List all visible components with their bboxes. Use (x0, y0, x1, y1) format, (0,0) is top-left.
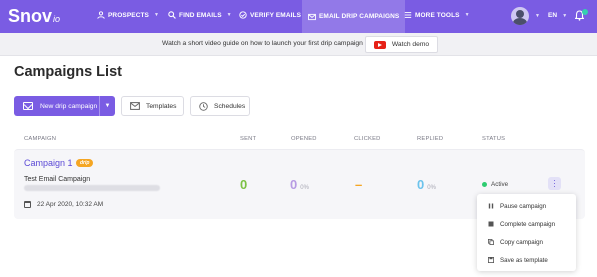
opened-count: 0 0% (290, 177, 309, 192)
calendar-icon (24, 201, 31, 208)
nav-label: PROSPECTS (108, 11, 149, 19)
sent-value: 0 (240, 177, 248, 192)
status-dot (482, 182, 487, 187)
more-actions-button[interactable] (548, 177, 561, 190)
top-navbar: Snovio PROSPECTS ▼ FIND EMAILS ▼ VERIFY … (0, 0, 597, 33)
chevron-down-icon: ▼ (562, 12, 568, 19)
schedules-label: Schedules (214, 102, 246, 110)
column-header-sent: SENT (240, 136, 257, 142)
language-selector[interactable]: EN ▼ (548, 12, 567, 19)
chevron-down-icon: ▼ (226, 12, 232, 18)
campaign-date: 22 Apr 2020, 10:32 AM (24, 201, 103, 208)
watch-demo-button[interactable]: Watch demo (365, 36, 438, 53)
replied-percent: 0% (427, 185, 436, 191)
stop-icon (488, 221, 494, 227)
chevron-down-icon: ▼ (154, 12, 160, 18)
campaign-actions-menu: Pause campaign Complete campaign Copy ca… (477, 194, 576, 271)
nav-verify-emails[interactable]: VERIFY EMAILS (239, 11, 301, 19)
column-header-campaign: CAMPAIGN (24, 136, 57, 142)
mail-icon (308, 13, 316, 20)
campaign-date-text: 22 Apr 2020, 10:32 AM (37, 201, 104, 208)
clicked-count: – (355, 177, 362, 192)
mail-icon (23, 102, 33, 110)
new-drip-campaign-button[interactable]: New drip campaign ▼ (14, 96, 115, 116)
menu-label: Save as template (500, 256, 548, 264)
pause-icon (488, 203, 494, 209)
search-icon (168, 11, 176, 19)
sent-count: 0 (240, 177, 247, 192)
watch-demo-label: Watch demo (391, 41, 430, 48)
banner-text: Watch a short video guide on how to laun… (162, 40, 363, 47)
clock-icon (199, 101, 208, 111)
replied-value: 0 (417, 177, 425, 192)
person-icon (97, 11, 105, 19)
menu-item-complete-campaign[interactable]: Complete campaign (477, 215, 576, 233)
column-header-replied: REPLIED (417, 136, 444, 142)
column-header-status: STATUS (482, 136, 506, 142)
nav-label: FIND EMAILS (179, 11, 222, 19)
template-mail-icon (130, 102, 140, 110)
new-campaign-label: New drip campaign (40, 102, 98, 110)
nav-email-drip-campaigns[interactable]: EMAIL DRIP CAMPAIGNS (302, 0, 406, 33)
status-text: Active (491, 181, 509, 188)
blurred-sender-email (24, 185, 160, 191)
menu-label: Copy campaign (500, 238, 543, 246)
opened-percent: 0% (300, 185, 309, 191)
chevron-down-icon: ▼ (464, 12, 470, 18)
status-badge: Active (482, 181, 508, 188)
opened-value: 0 (290, 177, 298, 192)
chevron-down-icon: ▼ (535, 13, 541, 19)
snovio-logo[interactable]: Snovio (8, 6, 60, 27)
menu-label: Pause campaign (500, 202, 547, 210)
column-header-opened: OPENED (291, 136, 317, 142)
menu-label: Complete campaign (500, 220, 556, 228)
page-title: Campaigns List (14, 64, 122, 80)
campaign-name-link[interactable]: Campaign 1 (24, 158, 73, 168)
save-icon (488, 257, 494, 263)
campaign-subtitle: Test Email Campaign (24, 176, 91, 183)
nav-prospects[interactable]: PROSPECTS ▼ (97, 11, 159, 19)
templates-button[interactable]: Templates (121, 96, 184, 116)
replied-count: 0 0% (417, 177, 436, 192)
notification-dot (582, 9, 588, 15)
logo-text: Snov (8, 6, 53, 26)
menu-item-copy-campaign[interactable]: Copy campaign (477, 233, 576, 251)
campaign-type-badge: drip (76, 159, 94, 167)
nav-more-tools[interactable]: MORE TOOLS ▼ (404, 11, 470, 19)
nav-label: VERIFY EMAILS (250, 11, 302, 19)
check-circle-icon (239, 11, 247, 19)
column-header-clicked: CLICKED (354, 136, 381, 142)
avatar[interactable] (511, 7, 529, 25)
nav-label: MORE TOOLS (415, 11, 460, 19)
chevron-down-icon[interactable]: ▼ (99, 96, 115, 116)
copy-icon (488, 239, 494, 245)
video-guide-banner: Watch a short video guide on how to laun… (0, 33, 597, 56)
logo-suffix: io (53, 14, 61, 24)
youtube-icon (373, 40, 386, 49)
menu-item-pause-campaign[interactable]: Pause campaign (477, 197, 576, 215)
nav-find-emails[interactable]: FIND EMAILS ▼ (168, 11, 232, 19)
language-label: EN (548, 12, 558, 19)
schedules-button[interactable]: Schedules (190, 96, 250, 116)
nav-label: EMAIL DRIP CAMPAIGNS (319, 13, 400, 20)
templates-label: Templates (146, 102, 177, 110)
menu-icon (404, 12, 412, 18)
avatar-dropdown[interactable]: ▼ (533, 13, 540, 19)
menu-item-save-as-template[interactable]: Save as template (477, 251, 576, 269)
clicked-value: – (355, 177, 363, 192)
